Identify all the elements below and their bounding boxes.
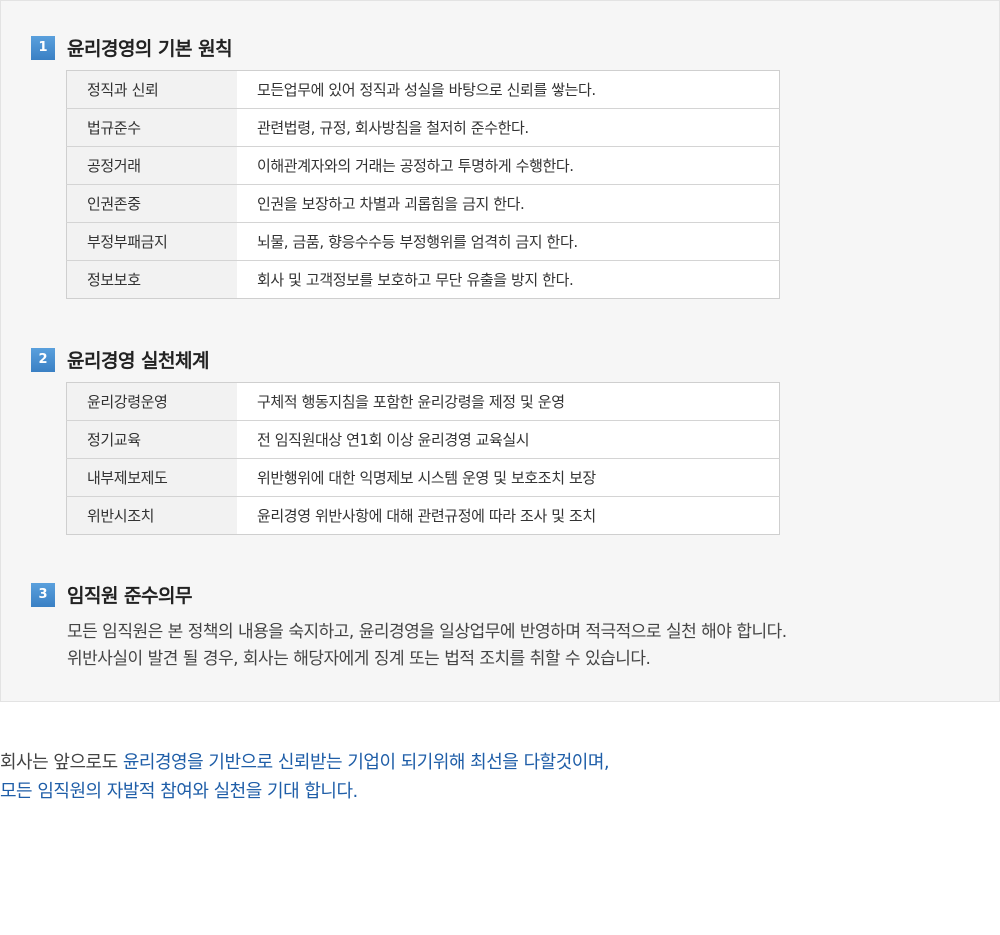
table-row: 공정거래 이해관계자와의 거래는 공정하고 투명하게 수행한다. [66,146,780,185]
row-key: 공정거래 [66,146,237,185]
employee-duty-text: 모든 임직원은 본 정책의 내용을 숙지하고, 윤리경영을 일상업무에 반영하며… [67,619,787,673]
principles-table: 정직과 신뢰 모든업무에 있어 정직과 성실을 바탕으로 신뢰를 쌓는다. 법규… [66,70,780,299]
table-row: 윤리강령운영 구체적 행동지침을 포함한 윤리강령을 제정 및 운영 [66,382,780,421]
section-number-badge: 3 [31,582,55,607]
row-value: 구체적 행동지침을 포함한 윤리강령을 제정 및 운영 [237,382,780,421]
row-value: 이해관계자와의 거래는 공정하고 투명하게 수행한다. [237,146,780,185]
section-number-badge: 1 [31,35,55,60]
section-2-header: 2 윤리경영 실천체계 [31,346,209,373]
row-value: 관련법령, 규정, 회사방침을 철저히 준수한다. [237,108,780,147]
row-value: 인권을 보장하고 차별과 괴롭힘을 금지 한다. [237,184,780,223]
row-key: 정보보호 [66,260,237,299]
section-1-header: 1 윤리경영의 기본 원칙 [31,34,233,61]
row-key: 부정부패금지 [66,222,237,261]
section-3-header: 3 임직원 준수의무 [31,581,192,608]
row-key: 정직과 신뢰 [66,70,237,109]
closing-prefix: 회사는 앞으로도 [0,752,123,773]
duty-line: 위반사실이 발견 될 경우, 회사는 해당자에게 징계 또는 법적 조치를 취할… [67,649,651,669]
practice-table: 윤리강령운영 구체적 행동지침을 포함한 윤리강령을 제정 및 운영 정기교육 … [66,382,780,535]
row-value: 윤리경영 위반사항에 대해 관련규정에 따라 조사 및 조치 [257,507,596,525]
table-row: 부정부패금지 뇌물, 금품, 향응수수등 부정행위를 엄격히 금지 한다. [66,222,780,261]
row-value: 뇌물, 금품, 향응수수등 부정행위를 엄격히 금지 한다. [237,222,780,261]
duty-line: 모든 임직원은 본 정책의 내용을 숙지하고, 윤리경영을 일상업무에 반영하며… [67,622,787,642]
table-row: 위반시조치 윤리경영 위반사항에 대해 관련규정에 따라 조사 및 조치 [66,496,780,535]
table-row: 인권존중 인권을 보장하고 차별과 괴롭힘을 금지 한다. [66,184,780,223]
ethics-policy-panel: 1 윤리경영의 기본 원칙 정직과 신뢰 모든업무에 있어 정직과 성실을 바탕… [0,0,1000,702]
row-value: 모든업무에 있어 정직과 성실을 바탕으로 신뢰를 쌓는다. [237,70,780,109]
row-key: 법규준수 [66,108,237,147]
row-key: 인권존중 [66,184,237,223]
section-title: 윤리경영의 기본 원칙 [67,38,233,60]
table-row: 내부제보제도 위반행위에 대한 익명제보 시스템 운영 및 보호조치 보장 [66,458,780,497]
row-key: 윤리강령운영 [66,382,237,421]
table-row: 법규준수 관련법령, 규정, 회사방침을 철저히 준수한다. [66,108,780,147]
closing-statement: 회사는 앞으로도 윤리경영을 기반으로 신뢰받는 기업이 되기위해 최선을 다할… [0,748,610,806]
closing-highlight: 윤리경영을 기반으로 신뢰받는 기업이 되기위해 최선을 다할것이며, [122,752,610,773]
row-key: 내부제보제도 [66,458,237,497]
section-title: 윤리경영 실천체계 [67,350,209,372]
table-row: 정보보호 회사 및 고객정보를 보호하고 무단 유출을 방지 한다. [66,260,780,299]
row-value: 위반행위에 대한 익명제보 시스템 운영 및 보호조치 보장 [237,458,780,497]
closing-line-2: 모든 임직원의 자발적 참여와 실천을 기대 합니다. [0,781,358,802]
row-key: 정기교육 [66,420,237,459]
section-title: 임직원 준수의무 [67,585,192,607]
table-row: 정기교육 전 임직원대상 연1회 이상 윤리경영 교육실시 [66,420,780,459]
closing-line-1: 회사는 앞으로도 윤리경영을 기반으로 신뢰받는 기업이 되기위해 최선을 다할… [0,748,610,777]
row-value: 회사 및 고객정보를 보호하고 무단 유출을 방지 한다. [257,271,574,289]
row-value: 전 임직원대상 연1회 이상 윤리경영 교육실시 [237,420,780,459]
row-key: 위반시조치 [66,496,237,535]
section-number-badge: 2 [31,347,55,372]
table-row: 정직과 신뢰 모든업무에 있어 정직과 성실을 바탕으로 신뢰를 쌓는다. [66,70,780,109]
